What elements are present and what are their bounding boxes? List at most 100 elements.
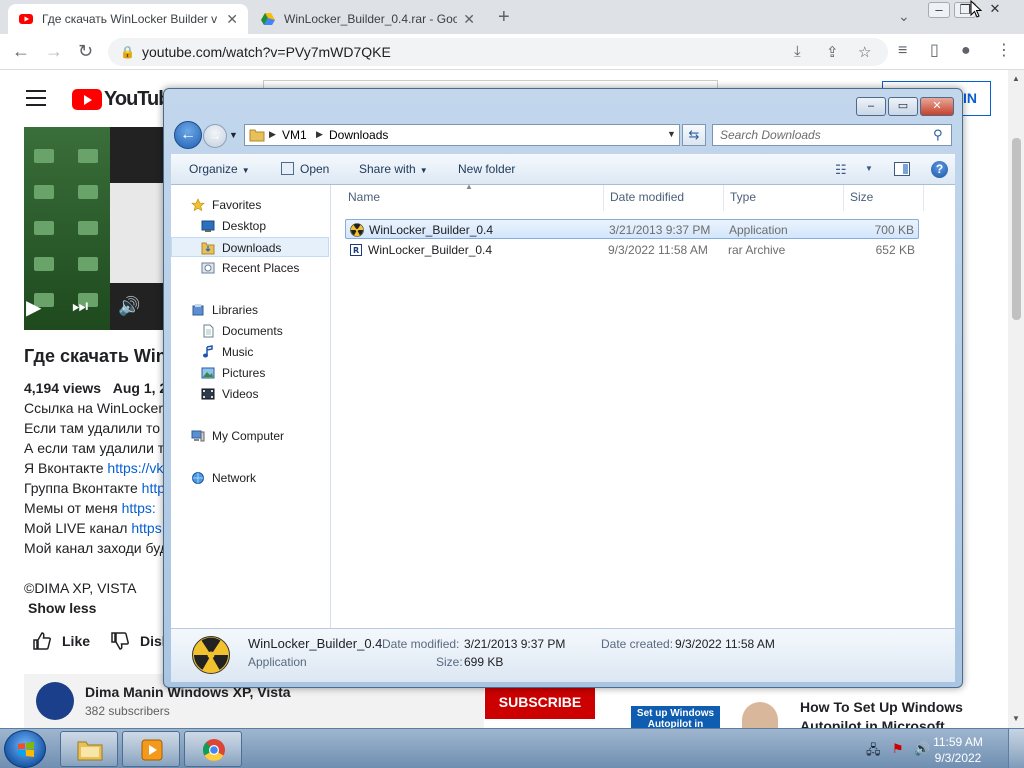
organize-button[interactable]: Organize ▼ [189, 162, 250, 176]
side-panel-icon[interactable]: ▯ [930, 43, 939, 59]
start-button[interactable] [4, 730, 46, 768]
description-link[interactable]: http [142, 480, 165, 496]
tab-close-icon[interactable]: ✕ [226, 11, 238, 28]
channel-avatar[interactable] [36, 682, 74, 720]
new-tab-button[interactable]: + [498, 6, 510, 29]
show-less-button[interactable]: Show less [28, 600, 96, 616]
file-row[interactable]: R WinLocker_Builder_0.4 9/3/2022 11:58 A… [345, 240, 919, 260]
explorer-minimize-button[interactable]: – [856, 97, 886, 116]
details-file-kind: Application [248, 655, 307, 669]
explorer-close-button[interactable]: ✕ [920, 97, 954, 116]
scroll-thumb[interactable] [1012, 138, 1021, 320]
column-header-type[interactable]: Type [730, 190, 756, 204]
address-dropdown-icon[interactable]: ▼ [667, 129, 676, 139]
minimize-icon[interactable]: – [928, 2, 950, 18]
breadcrumb-arrow-icon[interactable]: ▶ [316, 129, 323, 140]
change-view-icon[interactable]: ☷ [835, 162, 847, 178]
profile-icon[interactable]: ● [961, 43, 971, 59]
open-button[interactable]: Open [281, 162, 329, 176]
install-icon[interactable]: ⤓ [794, 43, 801, 60]
nav-videos[interactable]: Videos [171, 384, 329, 404]
nav-recent-places[interactable]: Recent Places [171, 258, 329, 278]
media-controls-icon[interactable]: ≡ [898, 43, 907, 59]
back-arrow-icon[interactable]: ← [174, 121, 202, 149]
related-video-thumbnail[interactable]: Set up Windows Autopilot in [631, 706, 720, 730]
refresh-icon[interactable]: ⇆ [682, 124, 706, 146]
share-icon[interactable]: ⇪ [826, 43, 839, 61]
tray-network-icon[interactable]: 🖧 [866, 741, 881, 763]
videos-icon [201, 388, 215, 400]
like-button[interactable]: Like [32, 632, 90, 650]
taskbar-explorer-button[interactable] [60, 731, 118, 767]
breadcrumb-vm1[interactable]: VM1 [282, 128, 307, 142]
description-link[interactable]: https://vk [107, 460, 163, 476]
nav-pictures[interactable]: Pictures [171, 363, 329, 383]
nav-downloads[interactable]: Downloads [171, 237, 329, 257]
desktop-icon [201, 220, 215, 232]
breadcrumb-arrow-icon[interactable]: ▶ [269, 129, 276, 140]
nav-desktop[interactable]: Desktop [171, 216, 329, 236]
tab-google-drive[interactable]: WinLocker_Builder_0.4.rar - Goog ✕ [250, 4, 485, 34]
description-link[interactable]: https: [122, 500, 156, 516]
nav-my-computer[interactable]: My Computer [171, 426, 329, 446]
forward-arrow-icon[interactable]: → [45, 42, 63, 60]
description-link[interactable]: https [131, 520, 161, 536]
explorer-maximize-button[interactable]: ▭ [888, 97, 918, 116]
page-scrollbar[interactable]: ▲ ▼ [1008, 70, 1024, 728]
play-icon[interactable]: ▶ [26, 295, 41, 320]
libraries-icon [192, 304, 204, 316]
new-folder-button[interactable]: New folder [458, 162, 515, 176]
lock-icon[interactable]: 🔒 [120, 45, 135, 59]
next-icon[interactable]: ⏭ [72, 296, 88, 317]
help-icon[interactable]: ? [931, 161, 948, 178]
description-line: А если там удалили т [24, 440, 165, 456]
favorites-star-icon [191, 198, 205, 212]
nav-music[interactable]: Music [171, 342, 329, 362]
file-row[interactable]: WinLocker_Builder_0.4 3/21/2013 9:37 PM … [345, 219, 919, 239]
more-menu-icon[interactable]: ⋮ [996, 43, 1012, 59]
tab-youtube[interactable]: Где скачать WinLocker Builder v ✕ [8, 4, 248, 34]
radiation-app-icon [350, 223, 364, 237]
nav-libraries[interactable]: Libraries [171, 300, 329, 320]
bookmark-star-icon[interactable]: ☆ [858, 43, 871, 61]
column-header-size[interactable]: Size [850, 190, 873, 204]
scroll-down-icon[interactable]: ▼ [1012, 714, 1020, 723]
video-player[interactable] [24, 127, 164, 330]
folder-icon [77, 741, 103, 761]
address-bar[interactable]: 🔒 youtube.com/watch?v=PVy7mWD7QKE ⤓ ⇪ ☆ [108, 38, 888, 66]
youtube-favicon-icon [19, 14, 33, 24]
related-video-title[interactable]: How To Set Up Windows Autopilot in Micro… [800, 698, 980, 728]
taskbar-clock[interactable]: 11:59 AM 9/3/2022 [928, 734, 988, 766]
scroll-up-icon[interactable]: ▲ [1012, 74, 1020, 83]
file-size: 700 KB [874, 223, 914, 237]
view-dropdown-icon[interactable]: ▼ [865, 164, 873, 173]
taskbar-media-player-button[interactable] [122, 731, 180, 767]
column-header-date-modified[interactable]: Date modified [610, 190, 684, 204]
column-header-name[interactable]: Name [348, 190, 380, 204]
preview-pane-icon[interactable] [894, 162, 910, 176]
show-desktop-button[interactable] [1008, 729, 1024, 768]
subscribe-button[interactable]: SUBSCRIBE [485, 685, 595, 719]
forward-arrow-icon[interactable]: → [203, 124, 227, 148]
share-with-button[interactable]: Share with ▼ [359, 162, 428, 176]
search-icon[interactable]: ⚲ [933, 127, 943, 143]
description-line: Ссылка на WinLocker [24, 400, 163, 416]
close-window-icon[interactable]: ✕ [984, 2, 1006, 18]
hamburger-menu-icon[interactable] [26, 90, 46, 111]
back-arrow-icon[interactable]: ← [12, 42, 30, 60]
nav-favorites[interactable]: Favorites [171, 195, 329, 215]
tab-search-chevron-icon[interactable]: ⌄ [898, 8, 910, 25]
volume-icon[interactable]: 🔊 [118, 296, 140, 317]
recent-pages-chevron-icon[interactable]: ▼ [229, 130, 238, 140]
breadcrumb-downloads[interactable]: Downloads [329, 128, 388, 142]
tab-close-icon[interactable]: ✕ [463, 11, 475, 28]
tray-action-center-icon[interactable]: ⚑ [892, 741, 904, 757]
explorer-window: – ▭ ✕ ← → ▼ ▶ VM1 ▶ Downloads ▼ ⇆ Search… [163, 88, 963, 688]
nav-documents[interactable]: Documents [171, 321, 329, 341]
reload-icon[interactable]: ↻ [78, 42, 93, 60]
explorer-search-input[interactable]: Search Downloads ⚲ [712, 124, 952, 146]
nav-network[interactable]: Network [171, 468, 329, 488]
explorer-address-bar[interactable]: ▶ VM1 ▶ Downloads ▼ [244, 124, 680, 146]
dislike-button[interactable]: Disl [110, 632, 166, 650]
taskbar-chrome-button[interactable] [184, 731, 242, 767]
